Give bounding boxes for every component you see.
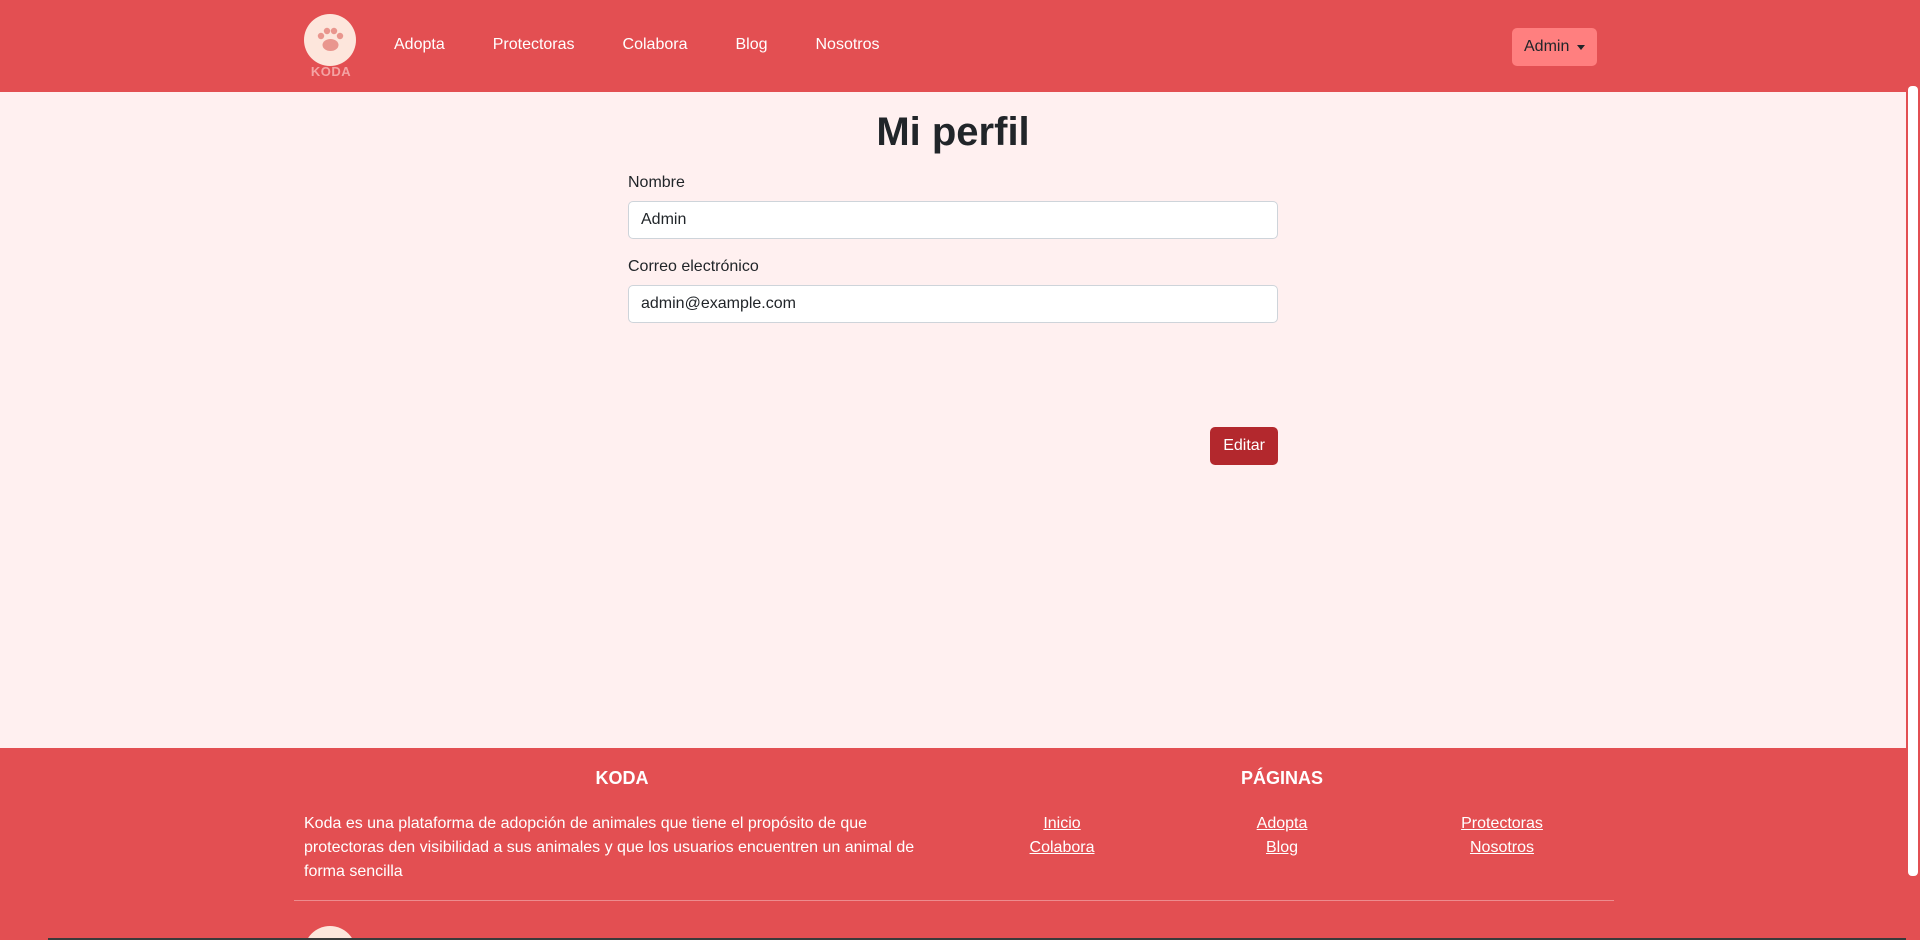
email-field[interactable]: [628, 285, 1278, 323]
user-menu-button[interactable]: Admin: [1512, 28, 1598, 66]
footer-links: Inicio Adopta Protectoras Colabora Blog …: [952, 812, 1612, 860]
brand-name: KODA: [310, 64, 352, 79]
name-label: Nombre: [628, 174, 685, 191]
nav-link-protectoras[interactable]: Protectoras: [493, 36, 575, 54]
navbar: KODA Adopta Protectoras Colabora Blog No…: [0, 0, 1906, 92]
user-menu-label: Admin: [1524, 38, 1570, 55]
footer-link-protectoras[interactable]: Protectoras: [1392, 812, 1612, 836]
brand-logo-link[interactable]: KODA: [304, 14, 358, 79]
footer: KODA Koda es una plataforma de adopción …: [0, 748, 1906, 940]
caret-down-icon: [1577, 44, 1586, 50]
paw-icon: [304, 14, 356, 66]
main-nav: Adopta Protectoras Colabora Blog Nosotro…: [394, 36, 928, 54]
nav-link-adopta[interactable]: Adopta: [394, 36, 445, 54]
nav-link-colabora[interactable]: Colabora: [623, 36, 688, 54]
footer-description: Koda es una plataforma de adopción de an…: [304, 815, 915, 880]
edit-button[interactable]: Editar: [1210, 427, 1278, 465]
nav-link-blog[interactable]: Blog: [735, 36, 767, 54]
footer-link-colabora[interactable]: Colabora: [952, 836, 1172, 860]
page-title: Mi perfil: [876, 110, 1030, 154]
nav-link-nosotros[interactable]: Nosotros: [816, 36, 880, 54]
profile-form: Nombre Correo electrónico Editar: [628, 174, 1278, 465]
footer-divider: [294, 900, 1614, 901]
footer-pages-title: PÁGINAS: [1240, 768, 1323, 788]
footer-koda-title: KODA: [595, 768, 649, 788]
name-field[interactable]: [628, 201, 1278, 239]
footer-link-nosotros[interactable]: Nosotros: [1392, 836, 1612, 860]
scrollbar-thumb[interactable]: [1908, 86, 1918, 876]
profile-page: Mi perfil Nombre Correo electrónico Edit…: [0, 92, 1906, 748]
footer-link-blog[interactable]: Blog: [1172, 836, 1392, 860]
footer-link-adopta[interactable]: Adopta: [1172, 812, 1392, 836]
footer-link-inicio[interactable]: Inicio: [952, 812, 1172, 836]
email-label: Correo electrónico: [628, 258, 759, 275]
